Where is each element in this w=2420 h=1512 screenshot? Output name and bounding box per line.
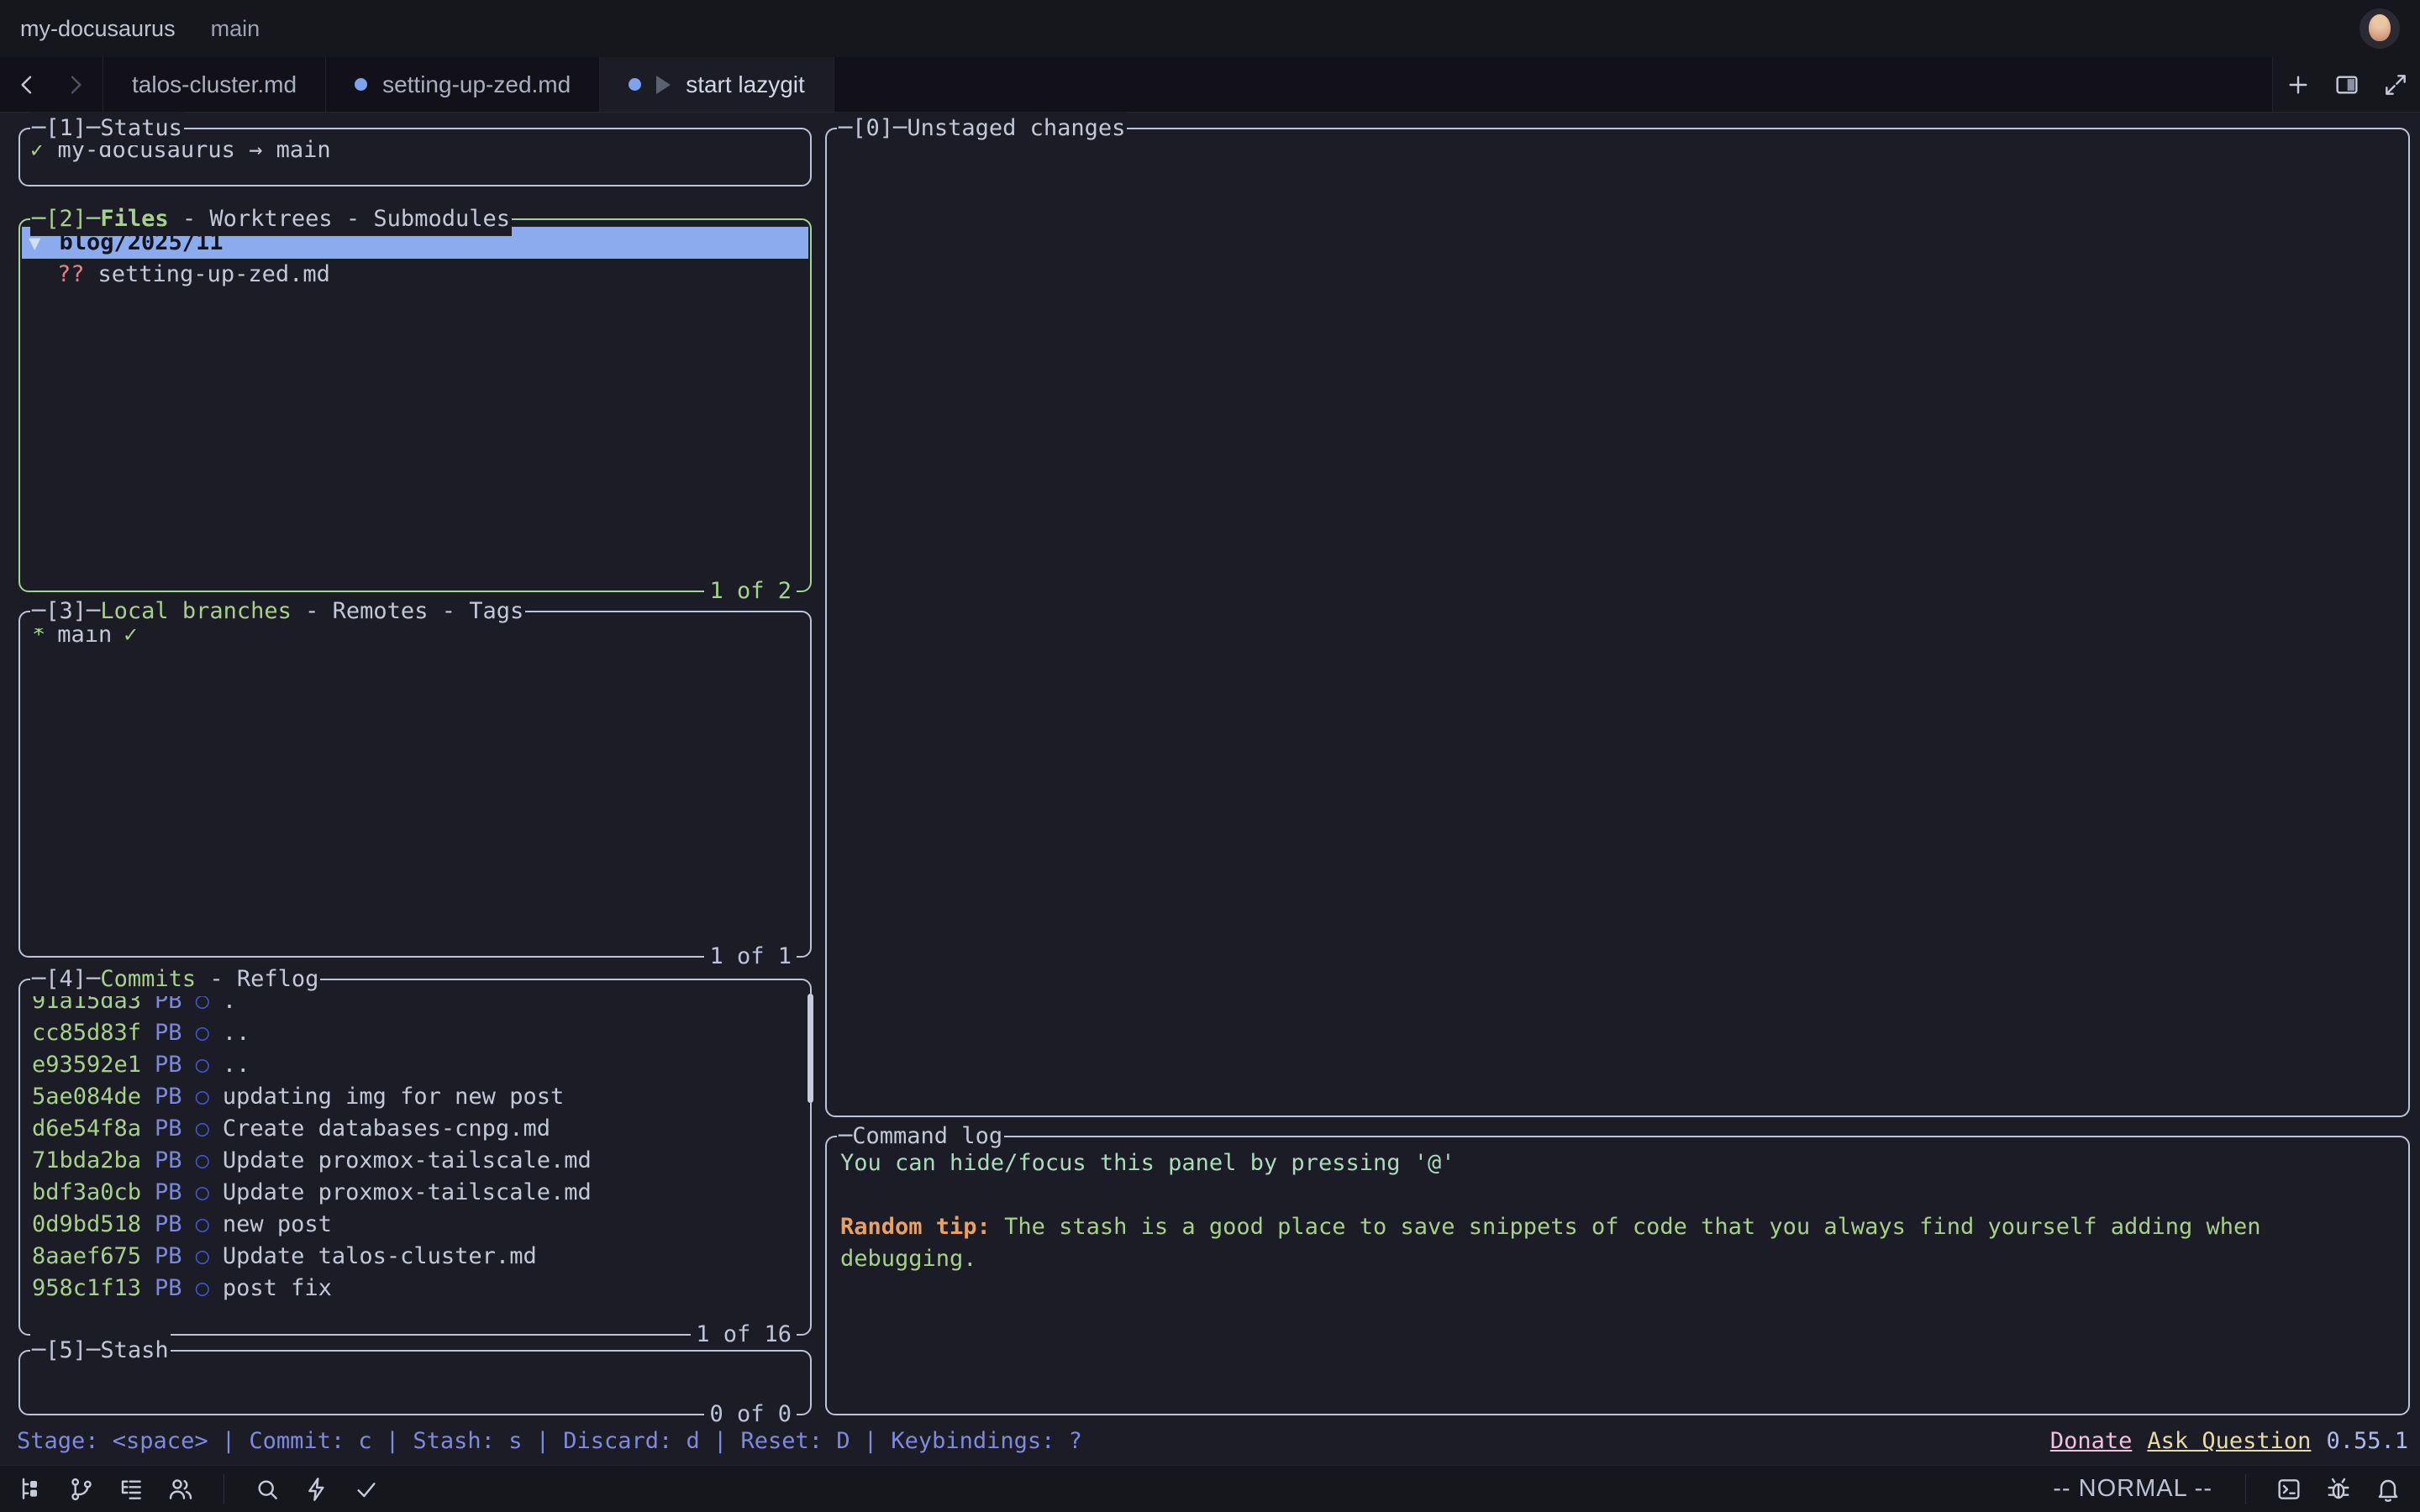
branch-name[interactable]: main <box>211 16 260 42</box>
command-log-blank <box>840 1179 2395 1211</box>
commits-counter: 1 of 16 <box>691 1318 797 1352</box>
lazygit-branches-panel[interactable]: ─[3]─Local branches - Remotes - Tags *ma… <box>18 611 812 958</box>
unstaged-panel-title: ─[0]─Unstaged changes <box>837 112 1127 145</box>
lazygit-status-panel[interactable]: ─[1]─Status ✓ my-docusaurus → main <box>18 128 812 186</box>
debug-button[interactable] <box>2323 1474 2354 1504</box>
zap-button[interactable] <box>302 1474 332 1504</box>
donate-link[interactable]: Donate <box>2050 1428 2133 1454</box>
status-bar-right: -- NORMAL -- <box>2053 1474 2403 1504</box>
project-panel-button[interactable] <box>17 1474 47 1504</box>
keybinding-hints: Stage: <space> | Commit: c | Stash: s | … <box>17 1428 1082 1454</box>
lazygit-stash-panel[interactable]: ─[5]─Stash 0 of 0 <box>18 1350 812 1415</box>
tab-label: talos-cluster.md <box>132 71 297 98</box>
commit-row[interactable]: d6e54f8aPB○Create databases-cnpg.md <box>20 1113 810 1145</box>
lazygit-files-panel[interactable]: ─[2]─Files - Worktrees - Submodules ▼blo… <box>18 218 812 592</box>
notifications-bell-button[interactable] <box>2373 1474 2403 1504</box>
command-log-tip: Random tip: The stash is a good place to… <box>840 1211 2395 1243</box>
commit-row[interactable]: 8aaef675PB○Update talos-cluster.md <box>20 1241 810 1273</box>
lazygit-unstaged-panel[interactable]: ─[0]─Unstaged changes <box>825 128 2410 1117</box>
avatar-face-icon <box>2369 14 2391 41</box>
nav-buttons <box>0 57 103 112</box>
status-bar-left <box>17 1474 381 1504</box>
status-bar-divider <box>2245 1474 2246 1504</box>
commit-row[interactable]: 958c1f13PB○post fix <box>20 1273 810 1305</box>
commit-row[interactable]: e93592e1PB○.. <box>20 1049 810 1081</box>
lazygit-keybindings-bar: Stage: <space> | Commit: c | Stash: s | … <box>17 1420 2408 1462</box>
tab-setting-up-zed[interactable]: setting-up-zed.md <box>326 57 600 112</box>
title-bar: my-docusaurus main <box>0 0 2420 57</box>
diagnostics-check-button[interactable] <box>351 1474 381 1504</box>
lazygit-commits-panel[interactable]: ─[4]─Commits - Reflog 91a15da3PB○. cc85d… <box>18 979 812 1336</box>
files-counter: 1 of 2 <box>704 575 797 608</box>
search-button[interactable] <box>252 1474 282 1504</box>
user-avatar[interactable] <box>2360 8 2400 49</box>
tab-bar-spacer <box>834 57 2272 112</box>
app-window: my-docusaurus main talos-cluster.md sett… <box>0 0 2420 1512</box>
commit-row[interactable]: 5ae084dePB○updating img for new post <box>20 1081 810 1113</box>
modified-dot-icon <box>355 78 367 91</box>
lazygit-version: 0.55.1 <box>2326 1428 2408 1454</box>
terminal-lazygit: ─[1]─Status ✓ my-docusaurus → main ─[2]─… <box>0 113 2420 1465</box>
tab-bar: talos-cluster.md setting-up-zed.md start… <box>0 57 2420 113</box>
files-panel-title: ─[2]─Files - Worktrees - Submodules <box>30 202 512 236</box>
collaboration-button[interactable] <box>166 1474 196 1504</box>
status-panel-title: ─[1]─Status <box>30 112 184 145</box>
status-bar: -- NORMAL -- <box>0 1465 2420 1512</box>
expand-icon[interactable] <box>2382 71 2409 98</box>
command-log-tip-wrap: debugging. <box>840 1243 2395 1275</box>
ask-question-link[interactable]: Ask Question <box>2147 1428 2311 1454</box>
commit-row[interactable]: 71bda2baPB○Update proxmox-tailscale.md <box>20 1145 810 1177</box>
modified-dot-icon <box>629 78 641 91</box>
vim-mode-indicator: -- NORMAL -- <box>2053 1475 2212 1503</box>
back-arrow-icon[interactable] <box>13 71 40 98</box>
commits-panel-title: ─[4]─Commits - Reflog <box>30 963 320 996</box>
file-row-untracked[interactable]: ??setting-up-zed.md <box>20 259 810 291</box>
terminal-panel-button[interactable] <box>2274 1474 2304 1504</box>
branches-counter: 1 of 1 <box>704 940 797 974</box>
commits-scrollbar-thumb[interactable] <box>808 994 813 1103</box>
lazygit-command-log-panel[interactable]: ─Command log You can hide/focus this pan… <box>825 1136 2410 1415</box>
stash-panel-title: ─[5]─Stash <box>30 1334 171 1368</box>
tab-label: setting-up-zed.md <box>382 71 571 98</box>
git-panel-button[interactable] <box>66 1474 97 1504</box>
commit-row[interactable]: bdf3a0cbPB○Update proxmox-tailscale.md <box>20 1177 810 1209</box>
split-pane-icon[interactable] <box>2333 71 2360 98</box>
forward-arrow-icon[interactable] <box>62 71 89 98</box>
tab-start-lazygit[interactable]: start lazygit <box>600 57 834 112</box>
command-log-title: ─Command log <box>837 1120 1004 1153</box>
outline-panel-button[interactable] <box>116 1474 146 1504</box>
tab-actions <box>2272 57 2420 112</box>
project-name[interactable]: my-docusaurus <box>20 16 176 42</box>
tab-label: start lazygit <box>686 71 805 98</box>
terminal-play-icon <box>656 76 671 94</box>
commit-row[interactable]: 0d9bd518PB○new post <box>20 1209 810 1241</box>
new-tab-plus-icon[interactable] <box>2285 71 2312 98</box>
branches-panel-title: ─[3]─Local branches - Remotes - Tags <box>30 595 525 628</box>
command-log-hint: You can hide/focus this panel by pressin… <box>840 1147 2395 1179</box>
commit-row[interactable]: cc85d83fPB○.. <box>20 1017 810 1049</box>
tab-talos-cluster[interactable]: talos-cluster.md <box>103 57 326 112</box>
